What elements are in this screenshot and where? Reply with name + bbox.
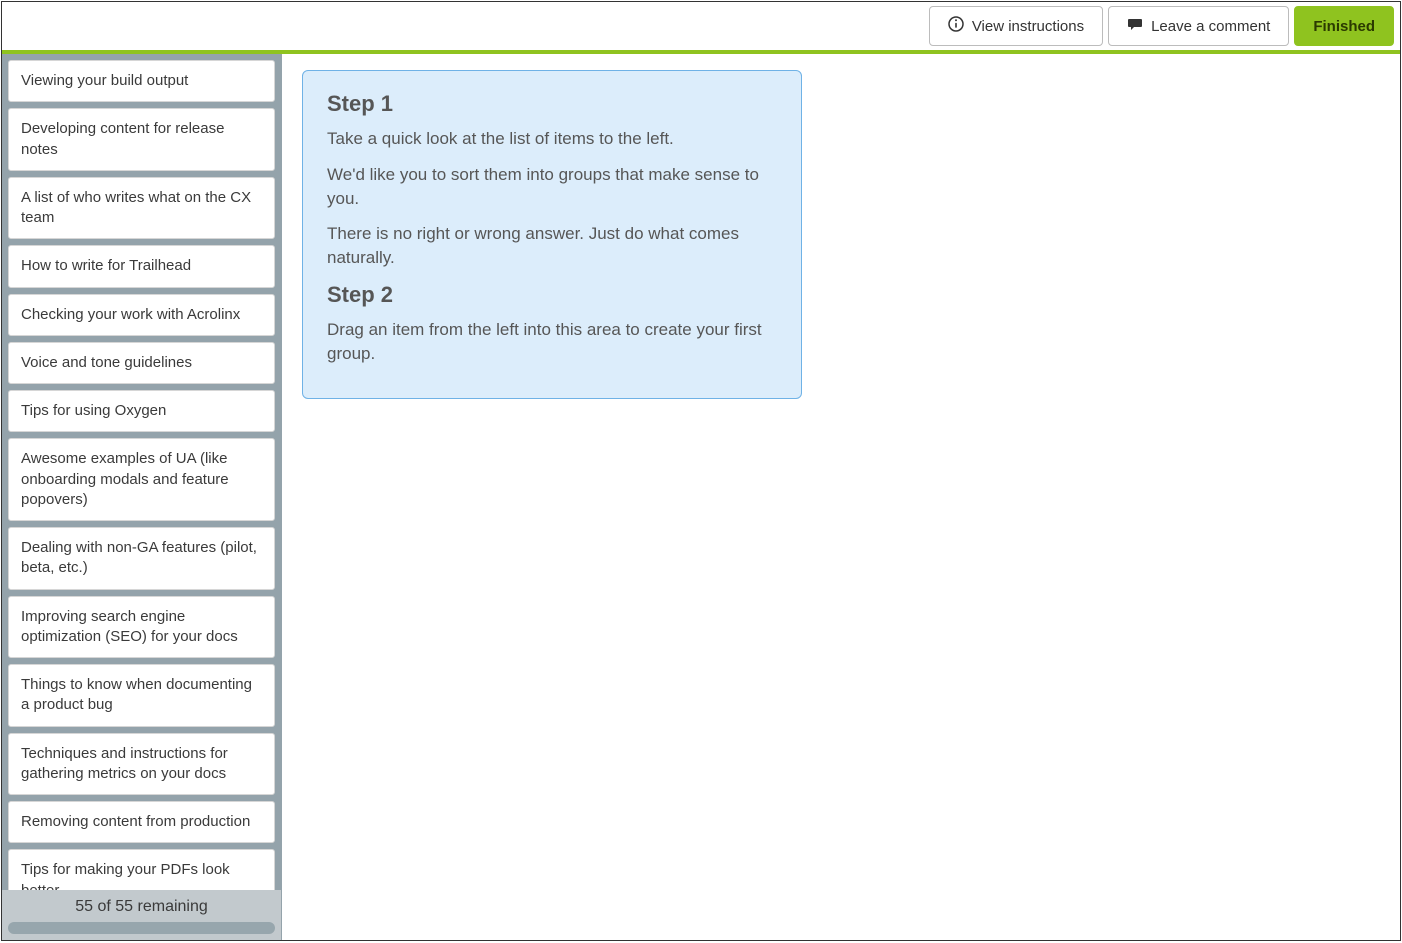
horizontal-scrollbar[interactable]: [8, 922, 275, 934]
list-item[interactable]: Developing content for release notes: [8, 108, 275, 171]
finished-button[interactable]: Finished: [1294, 6, 1394, 46]
leave-comment-button[interactable]: Leave a comment: [1108, 6, 1289, 46]
list-item[interactable]: Checking your work with Acrolinx: [8, 294, 275, 336]
step1-text: Take a quick look at the list of items t…: [327, 127, 777, 151]
list-item-label: Tips for making your PDFs look better: [21, 861, 230, 890]
step2-text: Drag an item from the left into this are…: [327, 318, 777, 366]
content-area[interactable]: Step 1 Take a quick look at the list of …: [282, 54, 1400, 940]
list-item-label: A list of who writes what on the CX team: [21, 189, 251, 226]
list-item-label: Viewing your build output: [21, 72, 188, 89]
list-item[interactable]: Things to know when documenting a produc…: [8, 664, 275, 727]
list-item[interactable]: Awesome examples of UA (like onboarding …: [8, 438, 275, 521]
list-item[interactable]: Tips for using Oxygen: [8, 390, 275, 432]
list-item-label: Awesome examples of UA (like onboarding …: [21, 450, 229, 508]
topbar: View instructions Leave a comment Finish…: [2, 2, 1400, 50]
list-item[interactable]: Techniques and instructions for gatherin…: [8, 733, 275, 796]
list-item-label: Checking your work with Acrolinx: [21, 306, 240, 323]
list-item[interactable]: Voice and tone guidelines: [8, 342, 275, 384]
list-item[interactable]: Improving search engine optimization (SE…: [8, 596, 275, 659]
remaining-count: 55 of 55 remaining: [8, 898, 275, 916]
list-item[interactable]: How to write for Trailhead: [8, 245, 275, 287]
list-item-label: Things to know when documenting a produc…: [21, 676, 252, 713]
list-item-label: Techniques and instructions for gatherin…: [21, 745, 228, 782]
leave-comment-label: Leave a comment: [1151, 18, 1270, 35]
finished-label: Finished: [1313, 18, 1375, 35]
list-item-label: Improving search engine optimization (SE…: [21, 608, 238, 645]
view-instructions-button[interactable]: View instructions: [929, 6, 1103, 46]
sidebar: Viewing your build output Developing con…: [2, 54, 282, 940]
list-item-label: Tips for using Oxygen: [21, 402, 166, 419]
list-item[interactable]: Dealing with non-GA features (pilot, bet…: [8, 527, 275, 590]
step1-text: There is no right or wrong answer. Just …: [327, 222, 777, 270]
list-item[interactable]: Removing content from production: [8, 801, 275, 843]
list-item[interactable]: A list of who writes what on the CX team: [8, 177, 275, 240]
step1-text: We'd like you to sort them into groups t…: [327, 163, 777, 211]
view-instructions-label: View instructions: [972, 18, 1084, 35]
item-list[interactable]: Viewing your build output Developing con…: [2, 54, 281, 890]
main-area: Viewing your build output Developing con…: [2, 54, 1400, 940]
list-item-label: Developing content for release notes: [21, 120, 224, 157]
list-item[interactable]: Viewing your build output: [8, 60, 275, 102]
list-item[interactable]: Tips for making your PDFs look better: [8, 849, 275, 890]
list-item-label: Voice and tone guidelines: [21, 354, 192, 371]
info-icon: [948, 16, 964, 36]
comment-icon: [1127, 16, 1143, 36]
list-item-label: Removing content from production: [21, 813, 250, 830]
list-item-label: Dealing with non-GA features (pilot, bet…: [21, 539, 257, 576]
sidebar-footer: 55 of 55 remaining: [2, 890, 281, 940]
step1-heading: Step 1: [327, 91, 777, 117]
list-item-label: How to write for Trailhead: [21, 257, 191, 274]
instruction-panel: Step 1 Take a quick look at the list of …: [302, 70, 802, 399]
step2-heading: Step 2: [327, 282, 777, 308]
app-frame: View instructions Leave a comment Finish…: [1, 1, 1401, 941]
